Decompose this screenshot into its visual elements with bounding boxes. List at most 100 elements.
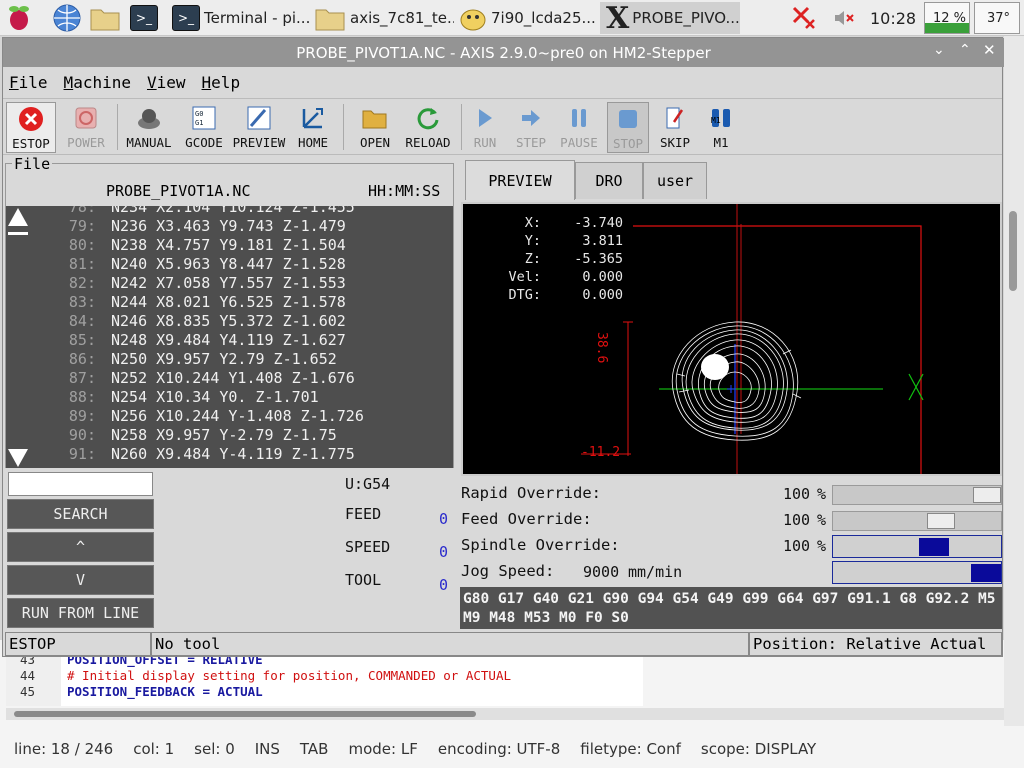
editor-statusbar: line: 18 / 246 col: 1 sel: 0 INS TAB mod… [0,730,1024,768]
file-manager-icon[interactable] [89,2,121,34]
search-button[interactable]: SEARCH [7,499,154,529]
stop-label: STOP [612,136,644,151]
temp-monitor[interactable]: 37° [974,2,1020,34]
raspberry-menu-icon[interactable] [6,2,32,34]
preview-button[interactable]: PREVIEW [230,102,288,153]
volume-muted-icon[interactable] [832,2,856,34]
task-editor[interactable]: 7i90_lcda25... [458,2,598,34]
gcode-line[interactable]: 81: N240 X5.963 Y8.447 Z-1.528 [6,255,453,274]
task-folder[interactable]: axis_7c81_te... [314,2,454,34]
pause-label: PAUSE [560,135,598,150]
line-code: # Initial display setting for position, … [67,668,512,683]
terminal-launcher-icon[interactable]: >_ [130,2,162,34]
gcode-line[interactable]: 88: N254 X10.34 Y0. Z-1.701 [6,388,453,407]
menu-file[interactable]: File [9,73,48,92]
menu-machine[interactable]: Machine [64,73,131,92]
gcode-line[interactable]: 83: N244 X8.021 Y6.525 Z-1.578 [6,293,453,312]
power-button[interactable]: POWER [61,102,111,153]
m1-button[interactable]: M1 M1 [703,102,739,153]
status-scope: scope: DISPLAY [700,740,817,758]
svg-text:G1: G1 [195,119,203,127]
task-terminal[interactable]: >_ Terminal - pi... [172,2,312,34]
gcode-listing[interactable]: 78: N234 X2.104 Y10.124 Z-1.455 79: N236 X3… [6,206,453,468]
task-axis[interactable]: X PROBE_PIVO... [600,2,740,34]
preview-label: PREVIEW [232,135,286,150]
stop-button[interactable]: STOP [607,102,649,153]
run-from-line-button[interactable]: RUN FROM LINE [7,598,154,628]
search-up-button[interactable]: ^ [7,532,154,562]
slider-knob[interactable] [971,564,1001,582]
gcode-line[interactable]: 79: N236 X3.463 Y9.743 Z-1.479 [6,217,453,236]
minimize-button[interactable]: ⌄ [933,42,945,58]
step-button[interactable]: STEP [511,102,551,153]
coord-system: U:G54 [345,475,391,493]
browser-icon[interactable] [52,2,82,34]
window-titlebar[interactable]: PROBE_PIVOT1A.NC - AXIS 2.9.0~pre0 on HM… [3,38,1004,67]
clock[interactable]: 10:28 [870,2,916,34]
dimension-y-label: 38.6 [594,332,609,364]
gcode-line[interactable]: 91: N260 X9.484 Y-4.119 Z-1.775 [6,445,453,464]
gcode-line-text: N236 X3.463 Y9.743 Z-1.479 [111,217,346,235]
maximize-button[interactable]: ⌃ [959,42,971,58]
toolbar-separator [461,104,462,150]
run-button[interactable]: RUN [467,102,503,153]
spindle-override-slider[interactable] [832,535,1002,558]
network-disconnected-icon[interactable] [790,2,818,34]
tab-user[interactable]: user [643,162,707,199]
cpu-monitor[interactable]: 12 % [924,2,970,34]
feed-override-slider[interactable] [832,511,1002,531]
menu-help[interactable]: Help [202,73,241,92]
gcode-line[interactable]: 90: N258 X9.957 Y-2.79 Z-1.75 [6,426,453,445]
jog-speed-slider[interactable] [832,561,1002,584]
menu-view[interactable]: View [147,73,186,92]
manual-button[interactable]: MANUAL [123,102,175,153]
skip-label: SKIP [659,135,691,150]
active-gcodes: G80 G17 G40 G21 G90 G94 G54 G49 G99 G64 … [460,587,1002,629]
tab-dro[interactable]: DRO [575,162,643,199]
vscroll-thumb[interactable] [1009,211,1017,291]
gcode-line[interactable]: 86: N250 X9.957 Y2.79 Z-1.652 [6,350,453,369]
file-time: HH:MM:SS [368,182,441,200]
skip-button[interactable]: SKIP [655,102,695,153]
status-encoding: encoding: UTF-8 [437,740,561,758]
line-number: 45 [20,684,36,699]
search-down-button[interactable]: V [7,565,154,595]
slider-knob[interactable] [918,538,949,556]
editor-vscroll-right[interactable] [1004,36,1024,726]
estop-button[interactable]: ESTOP [6,102,56,153]
reload-label: RELOAD [405,135,451,150]
hscroll-thumb[interactable] [14,711,476,717]
window-title: PROBE_PIVOT1A.NC - AXIS 2.9.0~pre0 on HM… [296,43,711,62]
gcode-line[interactable]: 89: N256 X10.244 Y-1.408 Z-1.726 [6,407,453,426]
jog-speed-value: 9000 [583,563,620,581]
reload-icon [415,105,441,131]
gcode-line[interactable]: 82: N242 X7.058 Y7.557 Z-1.553 [6,274,453,293]
pause-button[interactable]: PAUSE [557,102,601,153]
gcode-line[interactable]: 78: N234 X2.104 Y10.124 Z-1.455 [6,206,453,217]
tab-preview[interactable]: PREVIEW [465,160,575,200]
toolpath-preview[interactable]: X: -3.740 Y: 3.811 Z: -5.365 Vel: 0.000 … [461,202,1002,476]
rapid-override-slider[interactable] [832,485,1002,505]
open-button[interactable]: OPEN [353,102,397,153]
tool-value: 0 [439,576,449,594]
gcode-line[interactable]: 80: N238 X4.757 Y9.181 Z-1.504 [6,236,453,255]
slider-knob[interactable] [973,487,1001,503]
editor-hscrollbar[interactable] [6,708,1006,720]
editor-text-area[interactable]: 43 POSITION_OFFSET = RELATIVE 44 # Initi… [6,654,643,706]
search-input[interactable] [8,472,153,496]
close-button[interactable]: ✕ [983,41,996,59]
home-label: HOME [297,135,329,150]
slider-knob[interactable] [926,513,955,529]
reload-button[interactable]: RELOAD [401,102,455,153]
gcode-line[interactable]: 87: N252 X10.244 Y1.408 Z-1.676 [6,369,453,388]
gcode-line-number: 80: [68,236,96,254]
gcode-button[interactable]: G0 G1 GCODE [181,102,227,153]
folder-icon [315,9,345,31]
status-ins: INS [254,740,280,758]
menubar: File Machine View Help [3,67,1002,99]
gcode-line-number: 89: [68,407,96,425]
gcode-line-text: N256 X10.244 Y-1.408 Z-1.726 [111,407,364,425]
gcode-line[interactable]: 84: N246 X8.835 Y5.372 Z-1.602 [6,312,453,331]
gcode-line[interactable]: 85: N248 X9.484 Y4.119 Z-1.627 [6,331,453,350]
home-button[interactable]: HOME [293,102,333,153]
